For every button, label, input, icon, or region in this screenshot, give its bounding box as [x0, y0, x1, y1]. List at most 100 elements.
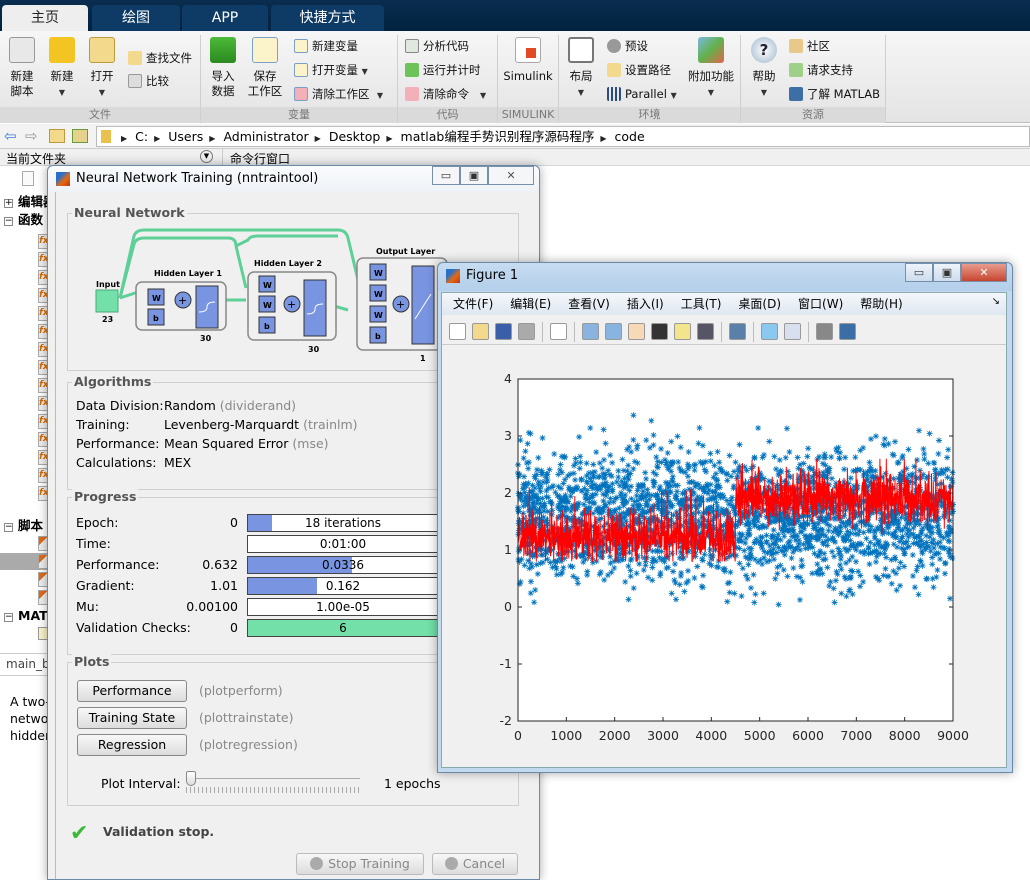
- x-tick-label: 8000: [889, 728, 921, 743]
- help-button[interactable]: ? 帮助 ▼: [748, 37, 780, 100]
- tree-group-functions[interactable]: − 函数: [4, 212, 43, 228]
- scatter-point: [750, 571, 757, 578]
- request-support-button[interactable]: 请求支持: [789, 61, 853, 79]
- panel-menu-icon[interactable]: ▼: [200, 150, 213, 163]
- zoom-out-icon[interactable]: [605, 323, 622, 340]
- figure-menu-item[interactable]: 插入(I): [627, 297, 664, 311]
- clear-commands-button[interactable]: 清除命令 ▼: [405, 85, 486, 103]
- new-icon[interactable]: [449, 323, 466, 340]
- browse-folder-icon[interactable]: [72, 129, 88, 143]
- breadcrumb-item[interactable]: Users: [168, 129, 203, 144]
- simulink-button[interactable]: Simulink: [502, 37, 554, 84]
- colorbar-icon[interactable]: [761, 323, 778, 340]
- parallel-button[interactable]: Parallel ▼: [607, 85, 677, 103]
- scatter-point: [933, 574, 940, 581]
- run-and-time-button[interactable]: 运行并计时: [405, 61, 481, 79]
- slider-thumb[interactable]: [186, 771, 196, 786]
- figure-menu-item[interactable]: 桌面(D): [738, 297, 781, 311]
- pan-icon[interactable]: [628, 323, 645, 340]
- find-files-button[interactable]: 查找文件: [128, 49, 192, 67]
- pointer-icon[interactable]: [550, 323, 567, 340]
- zoom-in-icon[interactable]: [582, 323, 599, 340]
- plot-training-state-button[interactable]: Training State: [77, 707, 187, 729]
- plot-interval-slider[interactable]: [186, 771, 360, 795]
- nntraintool-titlebar[interactable]: Neural Network Training (nntraintool) ▭ …: [48, 166, 539, 192]
- scatter-point: [901, 550, 908, 557]
- show-tools-icon[interactable]: [839, 323, 856, 340]
- tab-shortcuts[interactable]: 快捷方式: [271, 5, 384, 31]
- scatter-point: [713, 482, 720, 489]
- open-button[interactable]: 打开 ▼: [84, 37, 120, 100]
- plot-regression-button[interactable]: Regression: [77, 734, 187, 756]
- breadcrumb-item[interactable]: Desktop: [329, 129, 381, 144]
- learn-icon: [789, 87, 803, 101]
- new-script-button[interactable]: 新建 脚本: [4, 37, 40, 99]
- close-button[interactable]: ✕: [488, 166, 534, 185]
- scatter-point: [934, 567, 941, 574]
- tab-apps[interactable]: APP: [182, 5, 268, 31]
- save-icon[interactable]: [495, 323, 512, 340]
- print-icon[interactable]: [518, 323, 535, 340]
- breadcrumb-item[interactable]: C:: [135, 129, 148, 144]
- folder-icon: [101, 130, 111, 143]
- figure-menu-item[interactable]: 窗口(W): [798, 297, 843, 311]
- import-data-button[interactable]: 导入 数据: [206, 37, 240, 99]
- open-icon[interactable]: [472, 323, 489, 340]
- figure-menu-item[interactable]: 工具(T): [681, 297, 722, 311]
- compare-button[interactable]: 比较: [128, 72, 169, 90]
- learn-matlab-button[interactable]: 了解 MATLAB: [789, 85, 880, 103]
- maximize-button[interactable]: ▣: [933, 263, 961, 282]
- breadcrumb-item[interactable]: code: [615, 129, 645, 144]
- community-button[interactable]: 社区: [789, 37, 830, 55]
- figure-titlebar[interactable]: Figure 1 ▭ ▣ ✕: [438, 263, 1012, 291]
- preferences-button[interactable]: 预设: [607, 37, 648, 55]
- scatter-point: [707, 450, 714, 457]
- scatter-point: [649, 555, 656, 562]
- close-button[interactable]: ✕: [961, 263, 1007, 282]
- plot-performance-button[interactable]: Performance: [77, 680, 187, 702]
- legend-icon[interactable]: [784, 323, 801, 340]
- brush-icon[interactable]: [697, 323, 714, 340]
- dock-icon[interactable]: ↘: [992, 296, 1000, 307]
- figure-menu-item[interactable]: 帮助(H): [860, 297, 902, 311]
- figure-menu-item[interactable]: 文件(F): [453, 297, 493, 311]
- tab-plots[interactable]: 绘图: [92, 5, 180, 31]
- scatter-point: [948, 475, 955, 482]
- clear-workspace-button[interactable]: 清除工作区 ▼: [294, 85, 383, 103]
- tab-home[interactable]: 主页: [2, 5, 88, 31]
- hide-tools-icon[interactable]: [816, 323, 833, 340]
- path-field[interactable]: ▶ C: ▶ Users ▶ Administrator ▶ Desktop ▶ matlab编程…: [96, 126, 1030, 147]
- maximize-button[interactable]: ▣: [460, 166, 488, 185]
- open-variable-button[interactable]: 打开变量 ▼: [294, 61, 368, 79]
- forward-icon[interactable]: ⇨: [25, 127, 38, 145]
- tree-group-scripts[interactable]: − 脚本: [4, 518, 43, 534]
- scatter-point: [714, 448, 721, 455]
- scatter-point: [578, 487, 585, 494]
- new-button[interactable]: 新建 ▼: [44, 37, 80, 100]
- scatter-point: [865, 545, 872, 552]
- data-cursor-icon[interactable]: [674, 323, 691, 340]
- layout-button[interactable]: 布局 ▼: [564, 37, 598, 100]
- save-workspace-button[interactable]: 保存 工作区: [245, 37, 285, 99]
- breadcrumb-item[interactable]: matlab编程手势识别程序源码程序: [401, 129, 595, 144]
- new-variable-button[interactable]: 新建变量: [294, 37, 358, 55]
- stop-training-button[interactable]: Stop Training: [296, 853, 424, 875]
- breadcrumb-item[interactable]: Administrator: [223, 129, 308, 144]
- back-icon[interactable]: ⇦: [4, 127, 17, 145]
- figure-menu-item[interactable]: 编辑(E): [510, 297, 551, 311]
- scatter-point: [602, 501, 609, 508]
- analyze-code-button[interactable]: 分析代码: [405, 37, 469, 55]
- up-folder-icon[interactable]: [49, 129, 65, 143]
- scatter-point: [599, 481, 606, 488]
- scatter-point: [782, 527, 789, 534]
- add-ons-button[interactable]: 附加功能 ▼: [686, 37, 736, 100]
- figure-axes[interactable]: 0 1000 2000 3000 4000 5000 6000 7000 8000 9000 -2 -…: [442, 347, 1006, 767]
- link-icon[interactable]: [729, 323, 746, 340]
- rotate-icon[interactable]: [651, 323, 668, 340]
- cancel-button[interactable]: Cancel: [432, 853, 518, 875]
- minimize-button[interactable]: ▭: [905, 263, 933, 282]
- figure-menu-item[interactable]: 查看(V): [568, 297, 610, 311]
- scatter-point: [663, 565, 670, 572]
- minimize-button[interactable]: ▭: [432, 166, 460, 185]
- set-path-button[interactable]: 设置路径: [607, 61, 671, 79]
